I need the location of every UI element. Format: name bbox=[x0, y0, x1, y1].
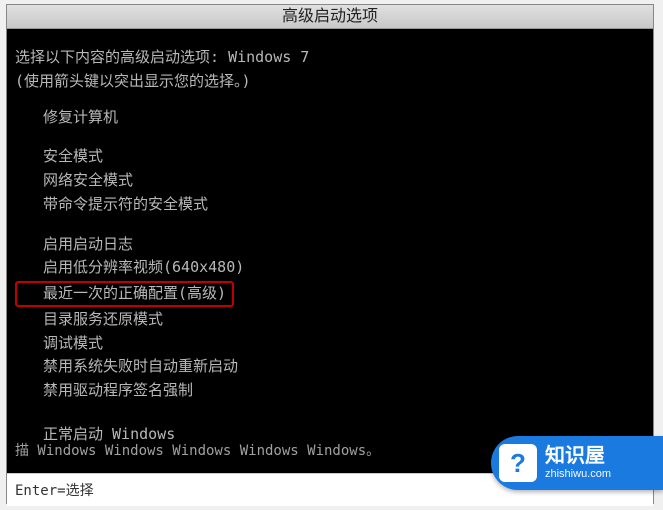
highlight-box: 最近一次的正确配置(高级) bbox=[15, 281, 234, 307]
instruction-line: 选择以下内容的高级启动选项: Windows 7 bbox=[15, 47, 645, 69]
question-icon: ? bbox=[499, 444, 537, 482]
option-safe-mode-cmd[interactable]: 带命令提示符的安全模式 bbox=[43, 194, 645, 216]
hint-line: (使用箭头键以突出显示您的选择。) bbox=[15, 71, 645, 93]
option-low-res-video[interactable]: 启用低分辨率视频(640x480) bbox=[43, 257, 645, 279]
option-last-known-good[interactable]: 最近一次的正确配置(高级) bbox=[43, 281, 645, 307]
option-repair-computer[interactable]: 修复计算机 bbox=[43, 107, 645, 129]
option-disable-driver-sig[interactable]: 禁用驱动程序签名强制 bbox=[43, 380, 645, 402]
watermark-badge: ? 知识屋 zhishiwu.com bbox=[491, 436, 663, 490]
window-title: 高级启动选项 bbox=[7, 5, 653, 29]
option-ds-restore[interactable]: 目录服务还原模式 bbox=[43, 309, 645, 331]
watermark-text: 知识屋 zhishiwu.com bbox=[545, 444, 611, 481]
option-safe-mode-networking[interactable]: 网络安全模式 bbox=[43, 170, 645, 192]
option-debug-mode[interactable]: 调试模式 bbox=[43, 333, 645, 355]
options-group-2: 安全模式 网络安全模式 带命令提示符的安全模式 bbox=[15, 146, 645, 215]
boot-screen: 选择以下内容的高级启动选项: Windows 7 (使用箭头键以突出显示您的选择… bbox=[7, 29, 653, 473]
options-group-1: 修复计算机 bbox=[15, 107, 645, 129]
boot-options-window: 高级启动选项 选择以下内容的高级启动选项: Windows 7 (使用箭头键以突… bbox=[6, 4, 654, 504]
description-line: 描 Windows Windows Windows Windows Window… bbox=[15, 441, 380, 461]
option-safe-mode[interactable]: 安全模式 bbox=[43, 146, 645, 168]
watermark-title: 知识屋 bbox=[545, 444, 611, 468]
watermark-url: zhishiwu.com bbox=[545, 468, 611, 481]
options-group-3: 启用启动日志 启用低分辨率视频(640x480) 最近一次的正确配置(高级) 目… bbox=[15, 234, 645, 402]
option-boot-logging[interactable]: 启用启动日志 bbox=[43, 234, 645, 256]
option-disable-auto-restart[interactable]: 禁用系统失败时自动重新启动 bbox=[43, 356, 645, 378]
